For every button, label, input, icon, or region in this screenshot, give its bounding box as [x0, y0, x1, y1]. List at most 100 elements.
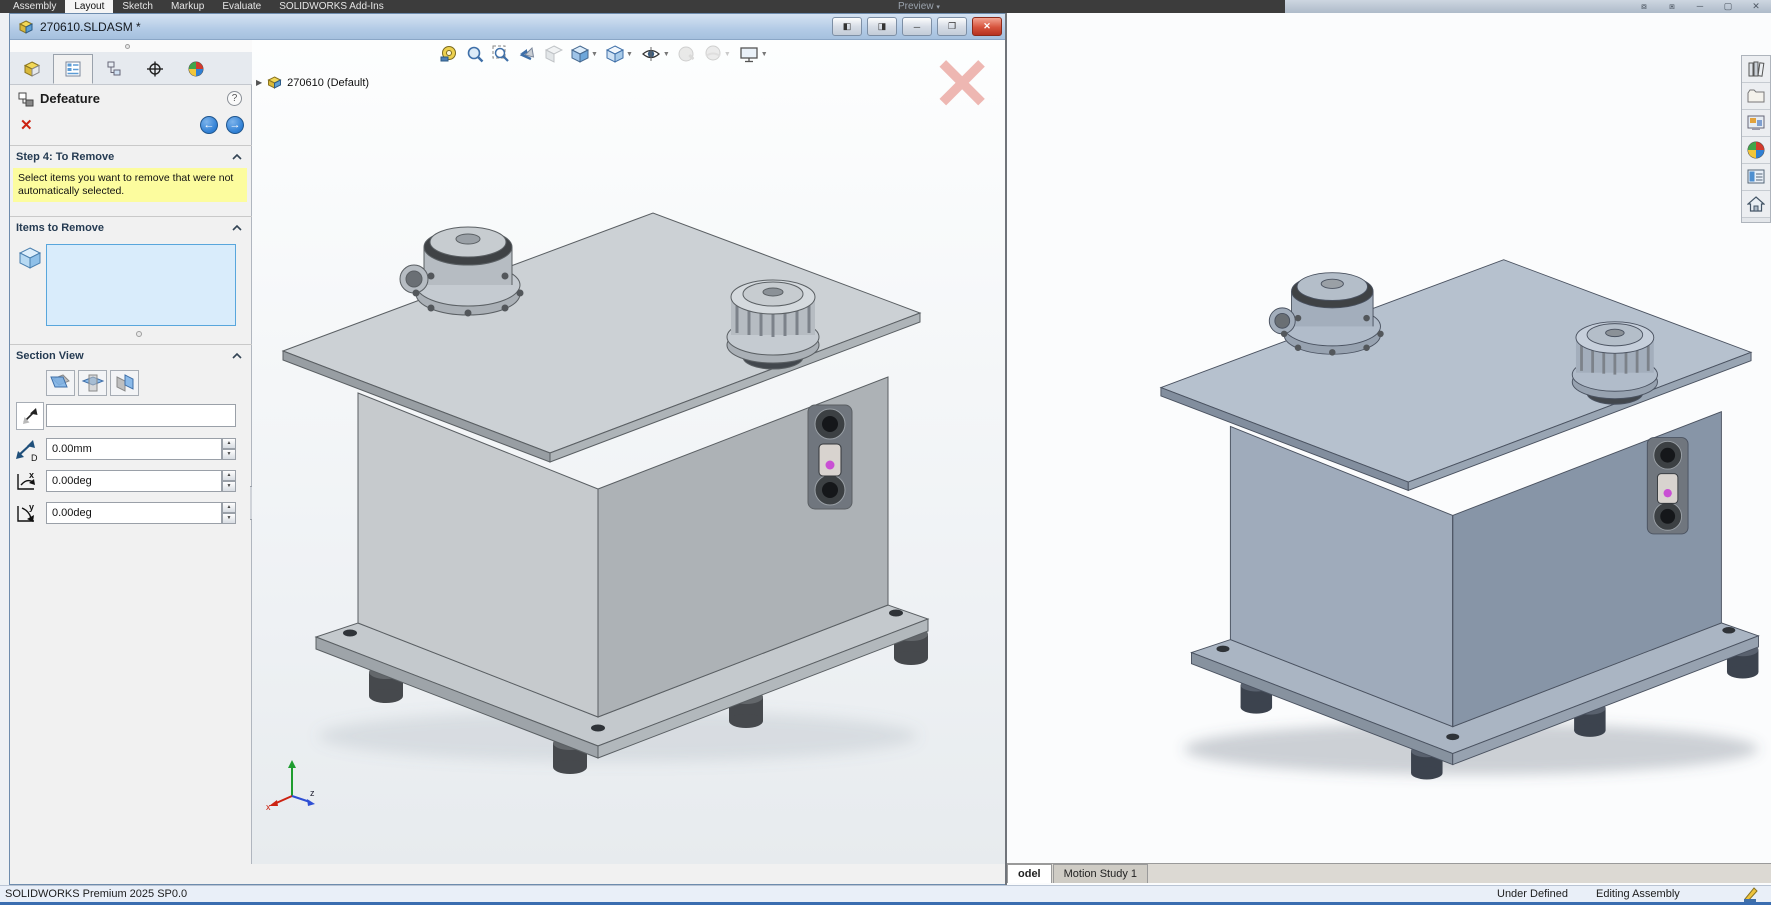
- section-x-rotation-icon: x: [14, 470, 40, 494]
- target-icon: [146, 61, 164, 77]
- defeature-icon: [18, 92, 36, 108]
- collapse-chevron-icon[interactable]: [232, 224, 242, 232]
- list-resize-handle[interactable]: [136, 331, 142, 337]
- app-restore-button[interactable]: ▢: [1719, 1, 1737, 12]
- section-x-rotation-input[interactable]: [46, 470, 222, 492]
- x-rotation-spinner[interactable]: ▲▼: [222, 470, 236, 492]
- triad-z-label: z: [310, 788, 315, 798]
- panel-actions: ✕ ← →: [10, 114, 252, 140]
- preview-tab-motion-study-1[interactable]: Motion Study 1: [1053, 864, 1148, 883]
- section-view-header[interactable]: Section View: [16, 350, 84, 362]
- section-plane-xy-button[interactable]: [46, 370, 75, 396]
- panel-title: Defeature: [40, 91, 100, 106]
- items-to-remove-header[interactable]: Items to Remove: [16, 222, 104, 234]
- view-settings-button[interactable]: ▼: [738, 44, 769, 64]
- heads-up-toolbar: ▼ ▼ ▼: [438, 44, 769, 64]
- home-icon: [1747, 196, 1765, 212]
- tab-solidworks-addins[interactable]: SOLIDWORKS Add-Ins: [270, 0, 392, 13]
- tab-property-manager[interactable]: [53, 54, 93, 84]
- plane-yz-icon: [113, 373, 137, 393]
- solidworks-app: Assembly Layout Sketch Markup Evaluate S…: [0, 0, 1771, 905]
- zoom-to-area-button[interactable]: [491, 44, 511, 64]
- assembly-icon: [267, 76, 282, 89]
- apply-scene-button[interactable]: ▼: [703, 44, 732, 64]
- view-orientation-button[interactable]: ▼: [570, 44, 599, 64]
- expand-arrow-icon[interactable]: ▶: [256, 78, 262, 87]
- tab-configurations[interactable]: [94, 54, 134, 84]
- custom-properties-button[interactable]: [1742, 164, 1770, 191]
- preview-tab-bar: odel Motion Study 1: [1007, 863, 1771, 883]
- edit-appearance-button[interactable]: [677, 44, 697, 64]
- cancel-icon[interactable]: ✕: [20, 116, 33, 134]
- tab-sketch[interactable]: Sketch: [113, 0, 162, 13]
- forum-home-button[interactable]: [1742, 191, 1770, 218]
- collapse-right-pane-button[interactable]: ◨: [867, 17, 897, 36]
- preview-tab-model[interactable]: odel: [1007, 864, 1052, 883]
- pane-right-icon[interactable]: ⧆: [1663, 1, 1681, 12]
- app-minimize-button[interactable]: ─: [1691, 1, 1709, 12]
- collapse-left-pane-button[interactable]: ◧: [832, 17, 862, 36]
- tab-featuremanager[interactable]: [12, 54, 52, 84]
- doc-minimize-button[interactable]: ─: [902, 17, 932, 36]
- items-to-remove-selection-list[interactable]: [46, 244, 236, 326]
- previous-view-button[interactable]: [517, 44, 538, 64]
- forward-arrow-icon[interactable]: →: [226, 116, 244, 134]
- tab-layout[interactable]: Layout: [65, 0, 113, 13]
- measure-icon: [439, 45, 458, 63]
- feature-tree-root-row[interactable]: ▶ 270610 (Default): [256, 76, 369, 89]
- tab-display-manager[interactable]: [176, 54, 216, 84]
- section-distance-input[interactable]: [46, 438, 222, 460]
- collapse-chevron-icon[interactable]: [232, 352, 242, 360]
- section-plane-xz-button[interactable]: [78, 370, 107, 396]
- document-window: 270610.SLDASM * ◧ ◨ ─ ❐ ✕: [9, 13, 1007, 885]
- section-reference-input[interactable]: [46, 404, 236, 427]
- panel-grip[interactable]: [10, 40, 252, 52]
- doc-close-button[interactable]: ✕: [972, 17, 1002, 36]
- preview-model-3d[interactable]: [1147, 208, 1771, 808]
- distance-spinner[interactable]: ▲▼: [222, 438, 236, 460]
- collapse-chevron-icon[interactable]: [232, 153, 242, 161]
- assembly-document-icon: [18, 20, 34, 34]
- tab-markup[interactable]: Markup: [162, 0, 213, 13]
- pane-left-icon[interactable]: ⧇: [1635, 1, 1653, 12]
- graphics-viewport[interactable]: ▼ ▼ ▼: [252, 40, 1006, 864]
- zoom-to-fit-icon: [466, 45, 484, 63]
- document-title: 270610.SLDASM *: [40, 20, 141, 34]
- tab-dimxpert[interactable]: [135, 54, 175, 84]
- doc-restore-button[interactable]: ❐: [937, 17, 967, 36]
- previous-view-icon: [518, 45, 537, 63]
- appearances-scenes-button[interactable]: [1742, 137, 1770, 164]
- measure-button[interactable]: [438, 44, 459, 64]
- display-style-button[interactable]: ▼: [605, 44, 634, 64]
- tab-evaluate[interactable]: Evaluate: [213, 0, 270, 13]
- triad-x-label: x: [266, 802, 271, 810]
- preview-window-title: Preview ▾: [898, 0, 940, 13]
- help-icon[interactable]: ?: [227, 91, 242, 106]
- section-plane-yz-button[interactable]: [110, 370, 139, 396]
- app-close-button[interactable]: ✕: [1747, 1, 1765, 12]
- resources-button[interactable]: [1742, 56, 1770, 83]
- step-section-header[interactable]: Step 4: To Remove: [16, 151, 114, 163]
- dropdown-caret-icon: ▼: [761, 51, 768, 58]
- design-library-button[interactable]: [1742, 83, 1770, 110]
- status-mode-label: Editing Assembly: [1596, 888, 1680, 900]
- tab-assembly[interactable]: Assembly: [4, 0, 65, 13]
- y-rotation-spinner[interactable]: ▲▼: [222, 502, 236, 524]
- zoom-to-area-icon: [492, 45, 510, 63]
- section-reference-button[interactable]: [16, 402, 44, 430]
- svg-text:y: y: [29, 502, 34, 512]
- hide-show-items-button[interactable]: ▼: [640, 44, 671, 64]
- app-window-controls: ⧇ ⧆ ─ ▢ ✕: [1635, 1, 1765, 12]
- zoom-to-fit-button[interactable]: [465, 44, 485, 64]
- defeature-preview-window: odel Motion Study 1: [1005, 13, 1771, 885]
- section-view-button[interactable]: [544, 44, 564, 64]
- back-arrow-icon[interactable]: ←: [200, 116, 218, 134]
- plane-xy-icon: [49, 373, 73, 393]
- view-palette-button[interactable]: [1742, 110, 1770, 137]
- assembly-model-3d[interactable]: [268, 161, 932, 781]
- section-y-rotation-icon: y: [14, 502, 40, 526]
- svg-text:x: x: [29, 470, 34, 480]
- section-y-rotation-input[interactable]: [46, 502, 222, 524]
- custom-properties-icon: [1747, 169, 1765, 185]
- cancel-preview-watermark-icon[interactable]: ✕: [932, 42, 992, 126]
